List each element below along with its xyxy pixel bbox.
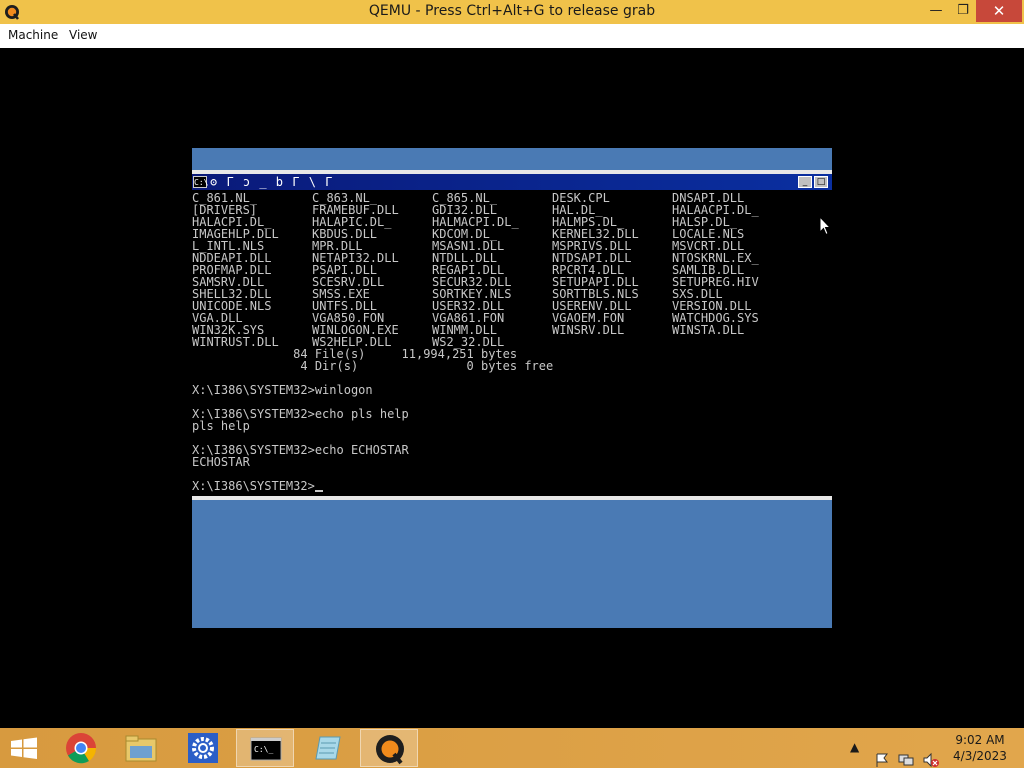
svg-text:C:\_: C:\_ <box>254 745 273 754</box>
cmd-icon: C:\ <box>193 176 209 188</box>
console-history-line: ECHOSTAR <box>192 455 250 469</box>
windows-logo-icon <box>11 737 37 759</box>
text-cursor <box>314 490 323 492</box>
console-history-line: X:\I386\SYSTEM32>winlogon <box>192 383 373 397</box>
tray-overflow-icon[interactable]: ▲ <box>850 740 859 768</box>
command-prompt-line[interactable]: X:\I386\SYSTEM32> <box>192 480 832 492</box>
taskbar: C:\_ ▲ 9:02 AM 4/3/2023 <box>0 728 1024 768</box>
taskbar-file-explorer[interactable] <box>112 729 170 767</box>
qemu-icon <box>376 735 404 765</box>
console-history-line: X:\I386\SYSTEM32>echo ECHOSTAR <box>192 443 409 457</box>
gear-icon <box>188 733 218 763</box>
system-clock[interactable]: 9:02 AM 4/3/2023 <box>950 732 1010 764</box>
minimize-button[interactable]: — <box>922 0 950 22</box>
close-button[interactable]: ✕ <box>976 0 1022 22</box>
dir-listing-row: SAMSRV.DLL SCESRV.DLL SECUR32.DLL SETUPAPI.… <box>192 276 832 288</box>
clock-time: 9:02 AM <box>955 733 1005 747</box>
maximize-button[interactable]: ❐ <box>950 0 976 22</box>
action-center-flag-icon[interactable] <box>874 740 890 768</box>
console-minimize-button[interactable]: _ <box>798 176 812 188</box>
taskbar-notepad[interactable] <box>298 729 356 767</box>
clock-date: 4/3/2023 <box>953 749 1007 763</box>
volume-muted-icon[interactable] <box>922 740 940 768</box>
taskbar-chrome[interactable] <box>52 729 110 767</box>
dir-listing-entry: WINSRV.DLL <box>552 323 625 337</box>
console-title: ʘ Γ ɔ _ b Γ \ Γ <box>210 175 334 189</box>
notepad-icon <box>315 736 341 760</box>
command-prompt-window[interactable]: C:\ ʘ Γ ɔ _ b Γ \ Γ _ □ C_861.NL_ C_863.N… <box>192 170 832 500</box>
folder-icon <box>125 735 157 762</box>
console-maximize-button[interactable]: □ <box>814 176 828 188</box>
cmd-icon: C:\_ <box>250 737 282 761</box>
menu-view[interactable]: View <box>69 28 97 42</box>
taskbar-settings[interactable] <box>174 729 232 767</box>
mouse-cursor-icon <box>819 216 831 236</box>
console-history-line: pls help <box>192 419 250 433</box>
taskbar-qemu[interactable] <box>360 729 418 767</box>
chrome-icon <box>66 733 97 764</box>
network-icon[interactable] <box>898 740 914 768</box>
taskbar-command-prompt[interactable]: C:\_ <box>236 729 294 767</box>
window-titlebar[interactable]: QEMU - Press Ctrl+Alt+G to release grab … <box>0 0 1024 24</box>
console-output[interactable]: C_861.NL_ C_863.NL_ C_865.NL_ DESK.CPL DNSAP… <box>192 192 832 496</box>
window-border-bottom <box>192 496 832 500</box>
menu-machine[interactable]: Machine <box>8 28 58 42</box>
start-button[interactable] <box>0 729 58 767</box>
dir-listing-row: WIN32K.SYS WINLOGON.EXE WINMM.DLL WINSRV.DL… <box>192 324 832 336</box>
dir-listing-entry: WINSTA.DLL <box>672 323 745 337</box>
console-history-line: X:\I386\SYSTEM32>echo pls help <box>192 407 409 421</box>
prompt-text: X:\I386\SYSTEM32> <box>192 479 315 493</box>
menu-bar: Machine View <box>0 24 1024 48</box>
console-titlebar[interactable]: C:\ ʘ Γ ɔ _ b Γ \ Γ _ □ <box>192 174 832 190</box>
dir-summary-line: 4 Dir(s) 0 bytes free <box>192 359 554 373</box>
window-title: QEMU - Press Ctrl+Alt+G to release grab <box>368 3 656 19</box>
